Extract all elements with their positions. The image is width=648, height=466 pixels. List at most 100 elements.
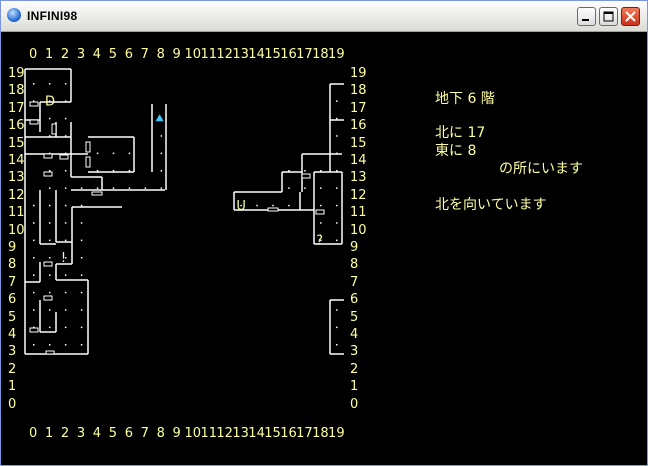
floor-dot [160,152,163,155]
floor-dot [64,274,67,276]
column-label-top: 18 [312,47,329,62]
row-label-right: 9 [350,240,359,255]
floor-dot [48,291,51,294]
floor-dot [336,326,338,329]
location-text: の所にいます [499,161,583,177]
row-label-right: 18 [350,83,367,99]
column-label-top: 13 [232,47,249,62]
floor-dot [128,170,131,172]
floor-dot [48,222,51,224]
column-label-top: 8 [156,47,165,62]
map-door [43,153,53,159]
row-label-left: 16 [8,118,25,134]
map-marker: ? [316,234,323,249]
floor-dot [288,170,290,172]
close-icon [625,11,636,22]
title-bar[interactable]: INFINI98 [1,1,647,32]
row-label-left: 19 [8,66,25,81]
map-door [29,119,39,125]
row-label-left: 8 [8,257,17,273]
floor-dot [48,135,51,137]
floor-dot [96,170,99,172]
floor-dot [128,152,131,155]
floor-dot [64,239,67,242]
column-label-top: 12 [216,47,233,62]
floor-dot [80,309,83,311]
minimize-button[interactable] [577,7,596,26]
north-coordinate-text: 北に 17 [435,125,486,141]
floor-dot [336,187,338,189]
close-button[interactable] [621,7,640,26]
floor-dot [336,239,338,242]
column-label-bottom: 11 [200,426,217,441]
floor-dot [64,309,67,311]
column-label-top: 19 [328,47,345,62]
row-label-left: 15 [8,135,25,151]
map-door [59,154,69,160]
floor-dot [48,83,51,85]
row-label-right: 14 [350,153,367,168]
column-label-top: 0 [29,47,38,62]
floor-dot [320,222,322,224]
floor-dot [256,204,258,207]
row-label-left: 18 [8,83,25,99]
floor-dot [336,204,338,207]
column-label-bottom: 7 [140,426,149,441]
game-screen[interactable]: D U?! 0 0 1 1 2 2 3 3 4 4 5 5 6 6 7 7 8 8 9 9 10 10 11 11 12 12 13 1… [2,32,646,465]
column-label-top: 14 [248,47,265,62]
row-label-right: 1 [350,379,359,395]
facing-text: 北を向いています [435,197,547,213]
floor-dot [80,291,83,294]
map-door [51,123,57,135]
floor-dot [48,170,51,172]
floor-dot [48,274,51,276]
map-door [85,156,91,168]
row-label-left: 11 [8,205,25,221]
floor-dot [80,344,83,346]
floor-dot [304,170,306,172]
map-door [85,141,91,153]
floor-dot [112,170,115,172]
row-label-left: 13 [8,170,25,186]
floor-dot [33,309,35,311]
column-label-bottom: 16 [280,426,297,441]
floor-dot [320,187,322,189]
floor-dot [64,326,67,329]
floor-dot [128,187,131,189]
column-label-bottom: 10 [184,426,202,441]
floor-dot [336,117,338,120]
row-label-right: 4 [350,327,359,342]
floor-dot [33,239,35,242]
row-label-left: 12 [8,187,25,203]
maximize-button[interactable] [599,7,618,26]
floor-dot [304,187,306,189]
column-label-bottom: 18 [312,426,329,441]
row-label-right: 3 [350,344,359,360]
row-label-right: 5 [350,309,359,325]
floor-dot [48,326,51,329]
floor-dot [336,344,338,346]
floor-dot [33,344,35,346]
row-label-right: 6 [350,292,359,308]
row-label-right: 13 [350,170,367,186]
map-door [315,209,325,215]
dungeon-map: D U?! [24,68,344,355]
floor-dot [33,291,35,294]
floor-dot [80,222,83,224]
map-door [45,350,55,355]
row-label-right: 19 [350,66,367,81]
floor-dot [64,83,67,85]
window-title: INFINI98 [27,9,78,23]
floor-dot [64,100,67,102]
player-icon [155,114,164,122]
map-door [29,101,39,107]
map-marker: ! [61,251,66,266]
column-label-bottom: 1 [44,426,54,441]
row-label-right: 7 [350,274,359,290]
floor-dot [64,222,67,224]
floor-dot [112,152,115,155]
column-label-top: 2 [60,47,70,62]
floor-dot [48,117,51,120]
row-label-left: 14 [8,153,25,168]
column-label-top: 4 [92,47,102,62]
